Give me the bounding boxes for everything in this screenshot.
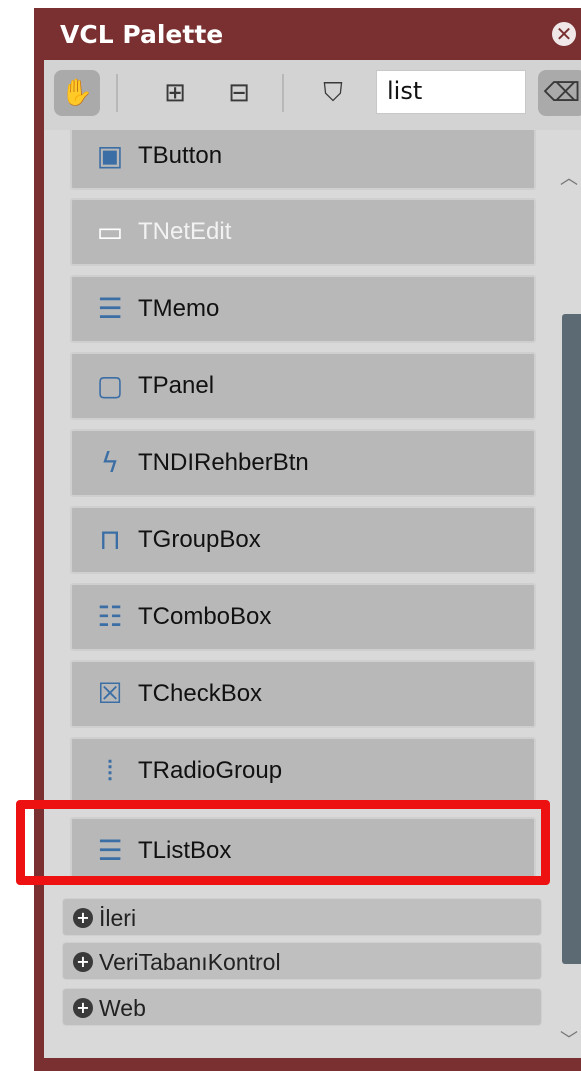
collapse-tree-icon[interactable]: ⊟ — [216, 70, 262, 116]
plus-icon: + — [73, 908, 93, 928]
scroll-up-icon[interactable]: ︿ — [554, 164, 581, 194]
toolbar-separator — [282, 74, 284, 112]
item-label: TComboBox — [138, 603, 272, 630]
item-label: TPanel — [138, 372, 215, 399]
category-label: İleri — [99, 905, 137, 931]
list-item[interactable]: ▢ TPanel — [70, 352, 536, 420]
list-item[interactable]: ▭ TNetEdit — [70, 198, 536, 266]
item-label: TMemo — [138, 295, 220, 322]
toolbar: ✋ ⊞ ⊟ ⛉ list ⌫ — [44, 60, 581, 130]
vcl-palette-window: VCL Palette ✕ ✋ ⊞ ⊟ ⛉ list ⌫ ▣ TButton ▭… — [34, 8, 581, 1071]
category-web[interactable]: + Web — [62, 988, 542, 1026]
category-label: VeriTabanıKontrol — [99, 949, 281, 975]
plus-icon: + — [73, 952, 93, 972]
edit-icon: ▭ — [96, 215, 124, 248]
list-item[interactable]: ϟ TNDIRehberBtn — [70, 429, 536, 497]
vertical-scrollbar[interactable]: ︿ ﹀ — [554, 130, 581, 1058]
item-label: TListBox — [138, 837, 232, 864]
filter-icon[interactable]: ⛉ — [310, 70, 356, 116]
memo-icon: ☰ — [97, 292, 123, 325]
panel-icon: ▢ — [96, 369, 124, 402]
list-item[interactable]: ⊓ TGroupBox — [70, 506, 536, 574]
item-label: TCheckBox — [138, 680, 263, 707]
radiogroup-icon: ⦙ — [106, 754, 114, 787]
listbox-icon: ☰ — [97, 834, 123, 867]
list-item[interactable]: ☒ TCheckBox — [70, 660, 536, 728]
groupbox-icon: ⊓ — [99, 523, 121, 556]
search-input[interactable]: list — [376, 70, 526, 114]
component-list: ▣ TButton ▭ TNetEdit ☰ TMemo ▢ TPanel ϟ … — [44, 130, 544, 1058]
item-label: TGroupBox — [138, 526, 261, 553]
item-label: TNetEdit — [138, 218, 232, 245]
toolbar-separator — [116, 74, 118, 112]
list-item[interactable]: ⦙ TRadioGroup — [70, 737, 536, 805]
window-title: VCL Palette — [60, 20, 224, 49]
combobox-icon: ☷ — [97, 600, 123, 633]
title-bar: VCL Palette ✕ — [34, 8, 581, 60]
close-icon[interactable]: ✕ — [552, 22, 576, 46]
button-icon: ▣ — [96, 139, 124, 172]
list-item[interactable]: ☰ TMemo — [70, 275, 536, 343]
category-label: Web — [99, 995, 146, 1021]
clear-search-icon[interactable]: ⌫ — [538, 70, 581, 116]
list-item[interactable]: ☷ TComboBox — [70, 583, 536, 651]
palette-panel: ▣ TButton ▭ TNetEdit ☰ TMemo ▢ TPanel ϟ … — [44, 130, 581, 1058]
item-label: TButton — [138, 142, 223, 169]
checkbox-icon: ☒ — [97, 677, 123, 710]
hand-icon[interactable]: ✋ — [54, 70, 100, 116]
expand-tree-icon[interactable]: ⊞ — [152, 70, 198, 116]
category-veritabanikontrol[interactable]: + VeriTabanıKontrol — [62, 942, 542, 980]
scroll-thumb[interactable] — [562, 314, 581, 964]
item-label: TRadioGroup — [138, 757, 283, 784]
scroll-down-icon[interactable]: ﹀ — [554, 1026, 581, 1056]
lightning-icon: ϟ — [100, 446, 120, 479]
item-label: TNDIRehberBtn — [138, 449, 309, 476]
list-item[interactable]: ▣ TButton — [70, 130, 536, 190]
category-ileri[interactable]: + İleri — [62, 898, 542, 936]
plus-icon: + — [73, 998, 93, 1018]
list-item-tlistbox[interactable]: ☰ TListBox — [70, 817, 536, 885]
